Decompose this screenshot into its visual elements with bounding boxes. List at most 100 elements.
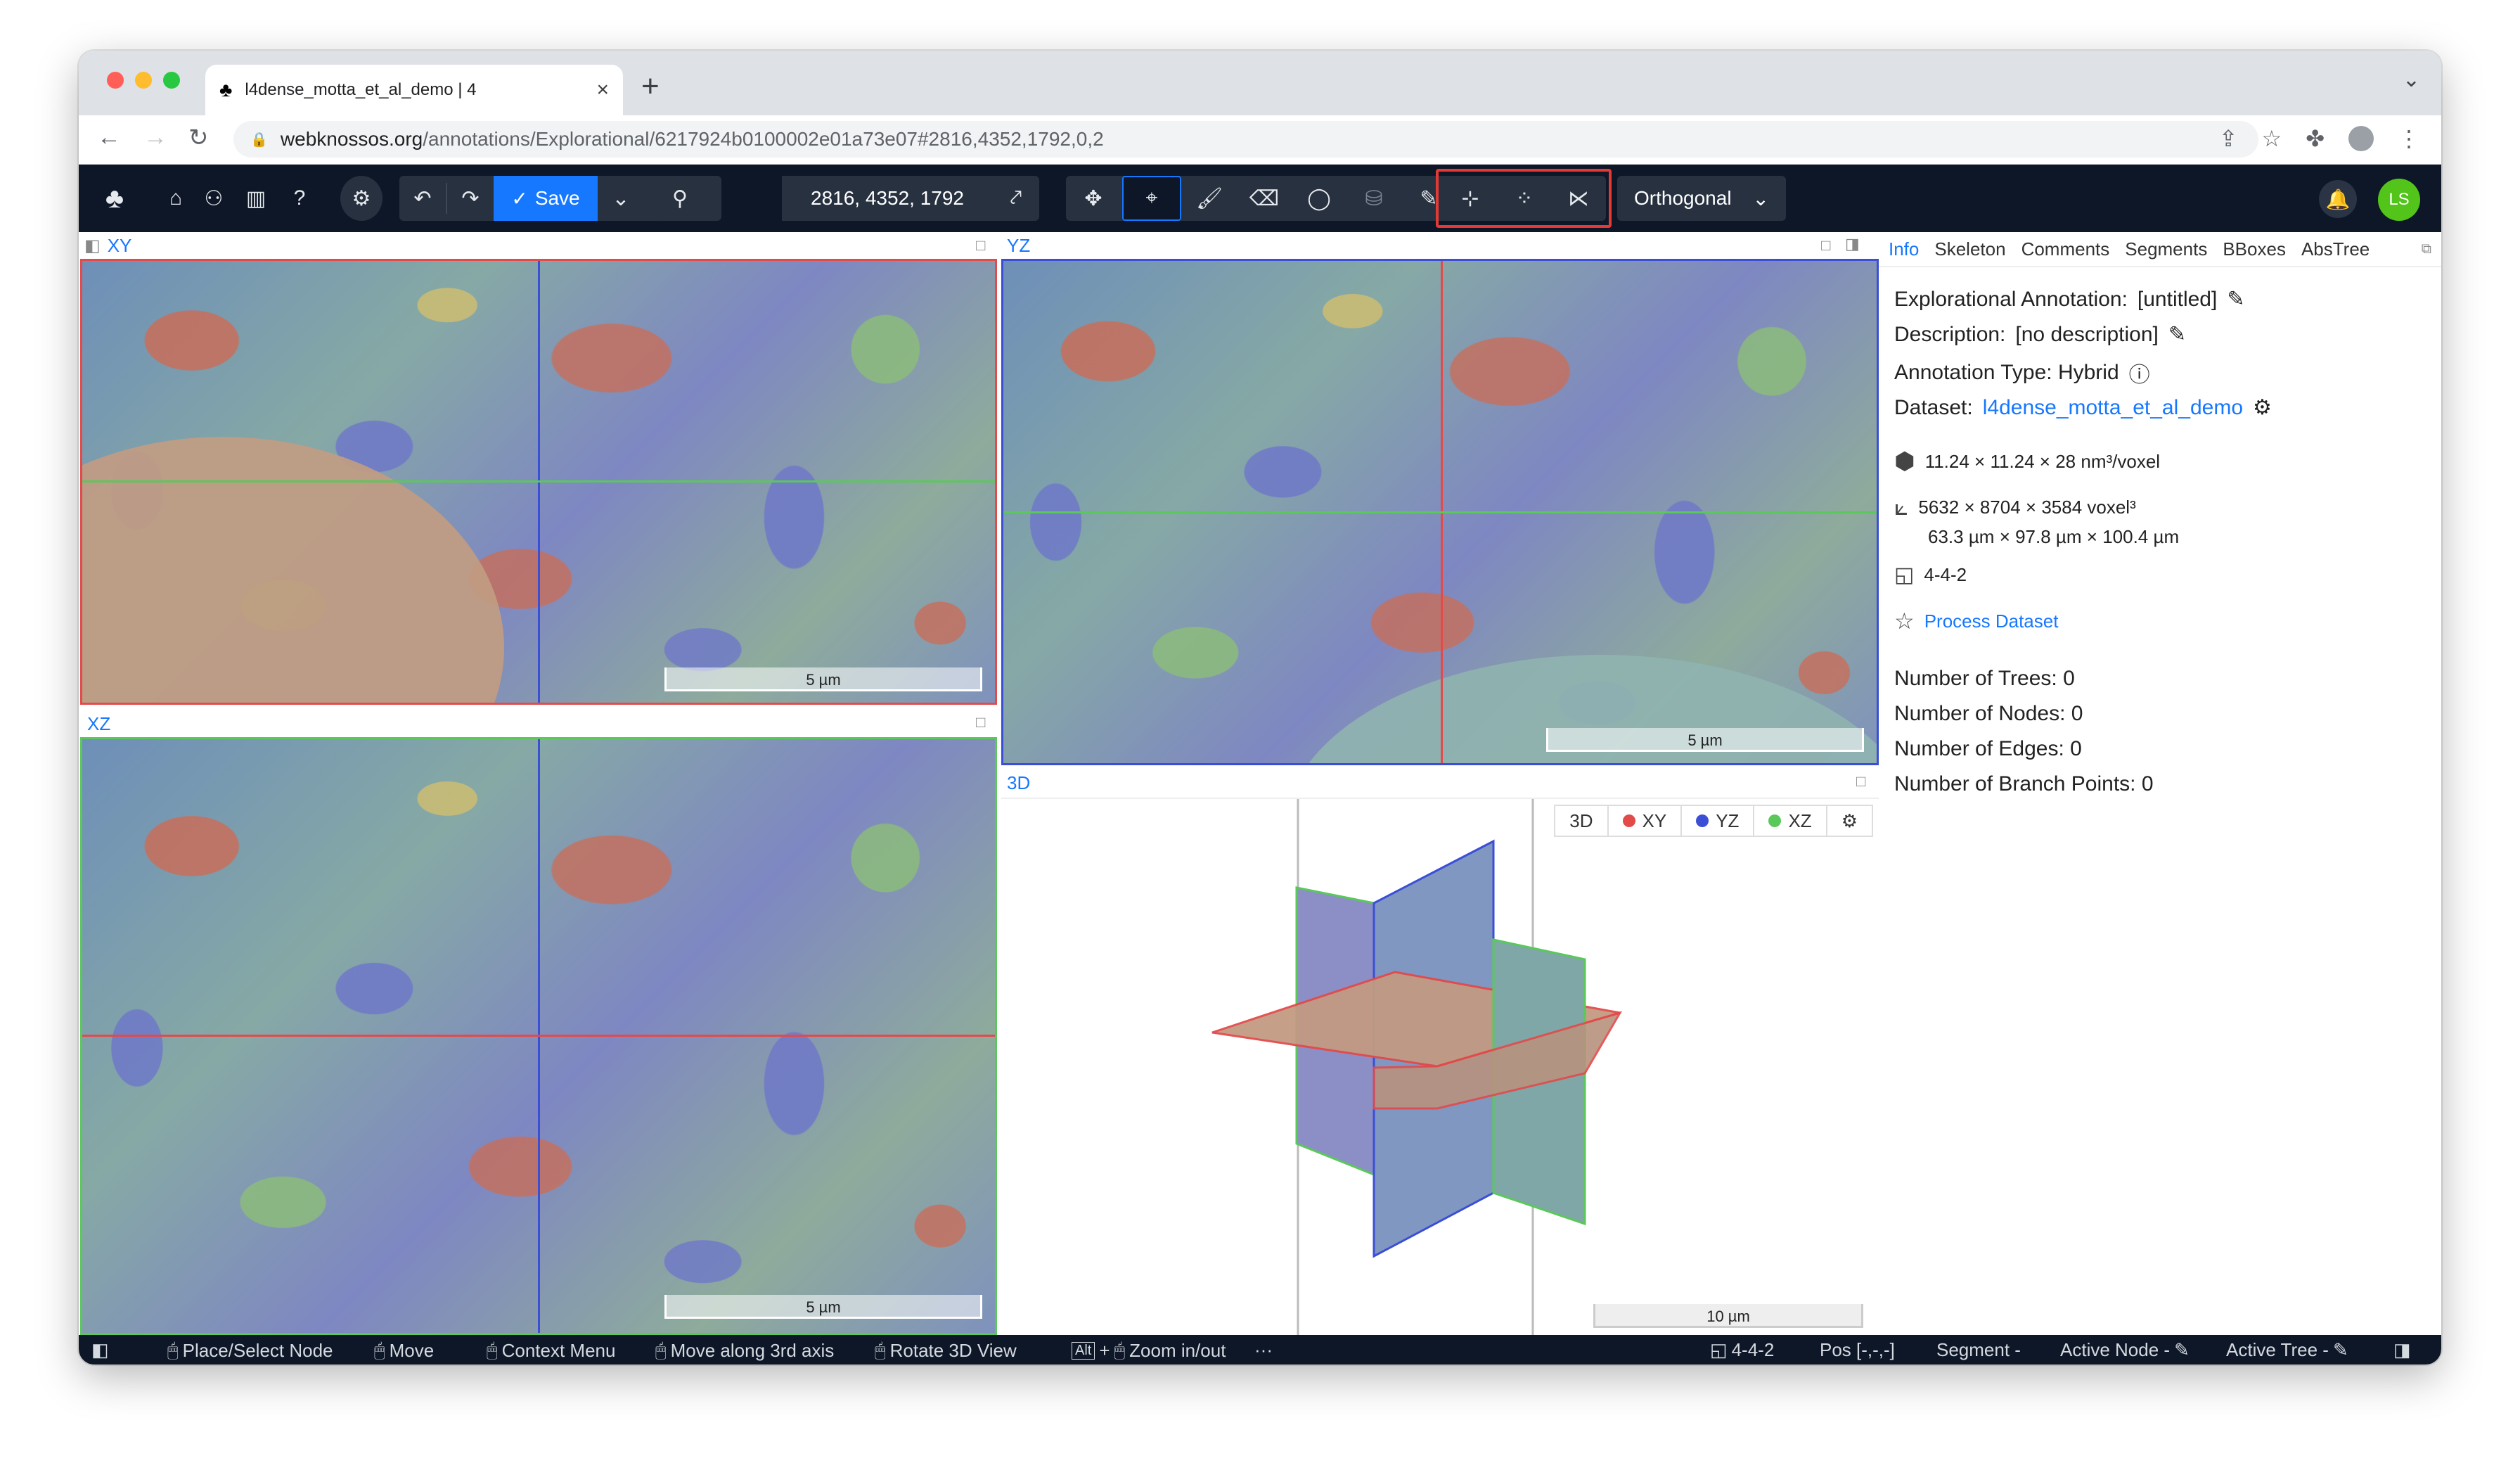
3d-scale-label: 10 µm (1706, 1308, 1750, 1325)
status-segment: Segment - (1936, 1339, 2021, 1360)
xz-viewport[interactable]: 5 µm (80, 737, 997, 1335)
fill-tool-icon[interactable]: ⛁ (1347, 176, 1401, 221)
lasso-tool-icon[interactable]: ◯ (1292, 176, 1346, 221)
position-input[interactable]: 2816, 4352, 1792 (782, 176, 993, 221)
panel-tabs: Info Skeleton Comments Segments BBoxes A… (1879, 232, 2441, 267)
3d-label: 3D (1007, 772, 1031, 793)
more-hints[interactable]: ··· (1254, 1339, 1273, 1361)
num-branch-points: Number of Branch Points: 0 (1894, 772, 2154, 795)
xy-viewport-header: ◧ XY (84, 235, 131, 256)
share-icon[interactable]: ⇪ (2219, 125, 2238, 152)
star-icon: ☆ (1894, 608, 1915, 634)
status-pos: Pos [-,-,-] (1820, 1339, 1895, 1360)
annotation-name-row: Explorational Annotation: [untitled] ✎ (1894, 287, 2244, 312)
highlight-annotation-box (1436, 169, 1612, 228)
collapse-panel-icon[interactable]: ◧ (84, 236, 101, 256)
hint-context-menu-label: Context Menu (501, 1339, 616, 1361)
info-circle-icon[interactable]: ⓘ (2129, 357, 2150, 388)
maximize-yz-icon[interactable]: □ (1821, 236, 1830, 255)
lock-icon: 🔒 (250, 132, 268, 148)
tab-skeleton[interactable]: Skeleton (1934, 238, 2005, 260)
edit-pencil-icon[interactable]: ✎ (2333, 1339, 2348, 1361)
chevron-down-icon: ⌄ (1752, 187, 1769, 210)
back-arrow-icon[interactable]: ← (97, 124, 121, 151)
cubes-icon: ⬢ (1894, 448, 1915, 475)
eraser-tool-icon[interactable]: ⌫ (1238, 176, 1291, 221)
new-tab-button[interactable]: + (641, 69, 660, 104)
close-tab-icon[interactable]: × (596, 78, 609, 102)
tab-segments[interactable]: Segments (2125, 238, 2207, 260)
minimize-window-button[interactable] (135, 72, 152, 89)
yz-viewport[interactable]: 5 µm (1001, 259, 1879, 765)
maximize-xy-icon[interactable]: □ (976, 236, 985, 255)
xy-scale-label: 5 µm (806, 671, 841, 689)
skeleton-tool-icon[interactable]: ⌖ (1122, 176, 1181, 221)
tab-bboxes[interactable]: BBoxes (2223, 238, 2286, 260)
3d-viewport[interactable]: 3D XY YZ XZ ⚙ 10 µm (1001, 798, 1879, 1335)
right-drag-mouse-icon: 🖱 (875, 1339, 886, 1360)
annotation-type-row: Annotation Type: Hybrid ⓘ (1894, 357, 2150, 388)
user-avatar[interactable]: LS (2378, 179, 2420, 221)
tab-abstree[interactable]: AbsTree (2301, 238, 2370, 260)
tab-comments[interactable]: Comments (2021, 238, 2110, 260)
settings-gear-icon[interactable]: ⚙ (340, 176, 382, 221)
home-icon[interactable]: ⌂ (162, 176, 190, 221)
save-dropdown-chevron-icon[interactable]: ⌄ (598, 176, 644, 221)
crosshair-horizontal (82, 480, 995, 482)
reload-icon[interactable]: ↻ (188, 124, 209, 152)
xy-viewport[interactable]: 5 µm (80, 259, 997, 705)
left-mouse-icon: 🖱 (167, 1339, 179, 1360)
process-dataset-link[interactable]: Process Dataset (1924, 611, 2059, 632)
share-link-icon[interactable]: ⤤ (993, 176, 1039, 221)
redo-icon[interactable]: ↷ (447, 176, 494, 221)
help-icon[interactable]: ? (285, 176, 314, 221)
dataset-link[interactable]: l4dense_motta_et_al_demo (1983, 396, 2243, 420)
resolution-icon: ◱ (1894, 563, 1915, 587)
dataset-settings-gear-icon[interactable]: ⚙ (2253, 395, 2272, 420)
hint-context-menu: 🖱 Context Menu (487, 1339, 615, 1362)
webknossos-logo-icon[interactable]: ♣ (97, 176, 132, 221)
toggle-left-sidebar-icon[interactable]: ◧ (91, 1339, 109, 1361)
status-active-tree-label: Active Tree - (2226, 1339, 2329, 1360)
url-field[interactable]: 🔒 webknossos.org/annotations/Exploration… (233, 121, 2258, 158)
undo-icon[interactable]: ↶ (399, 176, 446, 221)
info-panel: Info Skeleton Comments Segments BBoxes A… (1879, 232, 2441, 1335)
tab-search-chevron-icon[interactable]: ⌄ (2403, 68, 2420, 92)
xy-label: XY (107, 234, 132, 256)
forward-arrow-icon[interactable]: → (143, 124, 167, 151)
users-icon[interactable]: ⚇ (200, 176, 228, 221)
toggle-right-sidebar-icon[interactable]: ◨ (2393, 1339, 2411, 1361)
maximize-3d-icon[interactable]: □ (1856, 772, 1865, 791)
statistics-icon[interactable]: ▥ (242, 176, 270, 221)
browser-tab[interactable]: ♣ l4dense_motta_et_al_demo | 4 × (205, 65, 623, 115)
xz-label: XZ (87, 712, 111, 734)
pin-position-icon[interactable]: ⚲ (657, 176, 703, 221)
edit-pencil-icon[interactable]: ✎ (2174, 1339, 2190, 1361)
notification-bell-icon[interactable]: 🔔 (2319, 180, 2357, 218)
chrome-menu-icon[interactable]: ⋮ (2398, 125, 2420, 152)
mag-value: 4-4-2 (1924, 564, 1967, 585)
edit-description-pencil-icon[interactable]: ✎ (2168, 322, 2186, 347)
view-mode-select[interactable]: Orthogonal ⌄ (1617, 176, 1786, 221)
mag-row: ◱ 4-4-2 (1894, 563, 1967, 587)
browser-window: ♣ l4dense_motta_et_al_demo | 4 × + ⌄ ← →… (79, 51, 2441, 1364)
popout-panel-icon[interactable]: ⧉ (2422, 241, 2431, 257)
axes-icon: ⟀ (1894, 494, 1909, 520)
brush-tool-icon[interactable]: 🖌 (1183, 176, 1236, 221)
profile-avatar-icon[interactable] (2348, 126, 2374, 151)
status-active-node: Active Node - ✎ (2060, 1339, 2190, 1361)
maximize-xz-icon[interactable]: □ (976, 713, 985, 731)
resolution-icon: ◱ (1710, 1339, 1728, 1360)
extent-voxel-value: 5632 × 8704 × 3584 voxel³ (1918, 497, 2136, 518)
expand-sidebar-icon[interactable]: ◨ (1845, 235, 1860, 253)
hint-move-3rd-axis: 🖱 Move along 3rd axis (655, 1339, 834, 1362)
move-tool-icon[interactable]: ✥ (1066, 176, 1121, 221)
tab-info[interactable]: Info (1889, 238, 1919, 260)
extensions-icon[interactable]: ✤ (2306, 125, 2325, 152)
yz-label: YZ (1007, 234, 1031, 256)
save-button[interactable]: ✓ Save (494, 176, 598, 221)
maximize-window-button[interactable] (163, 72, 180, 89)
close-window-button[interactable] (107, 72, 124, 89)
edit-name-pencil-icon[interactable]: ✎ (2227, 287, 2244, 312)
bookmark-star-icon[interactable]: ☆ (2262, 125, 2282, 152)
